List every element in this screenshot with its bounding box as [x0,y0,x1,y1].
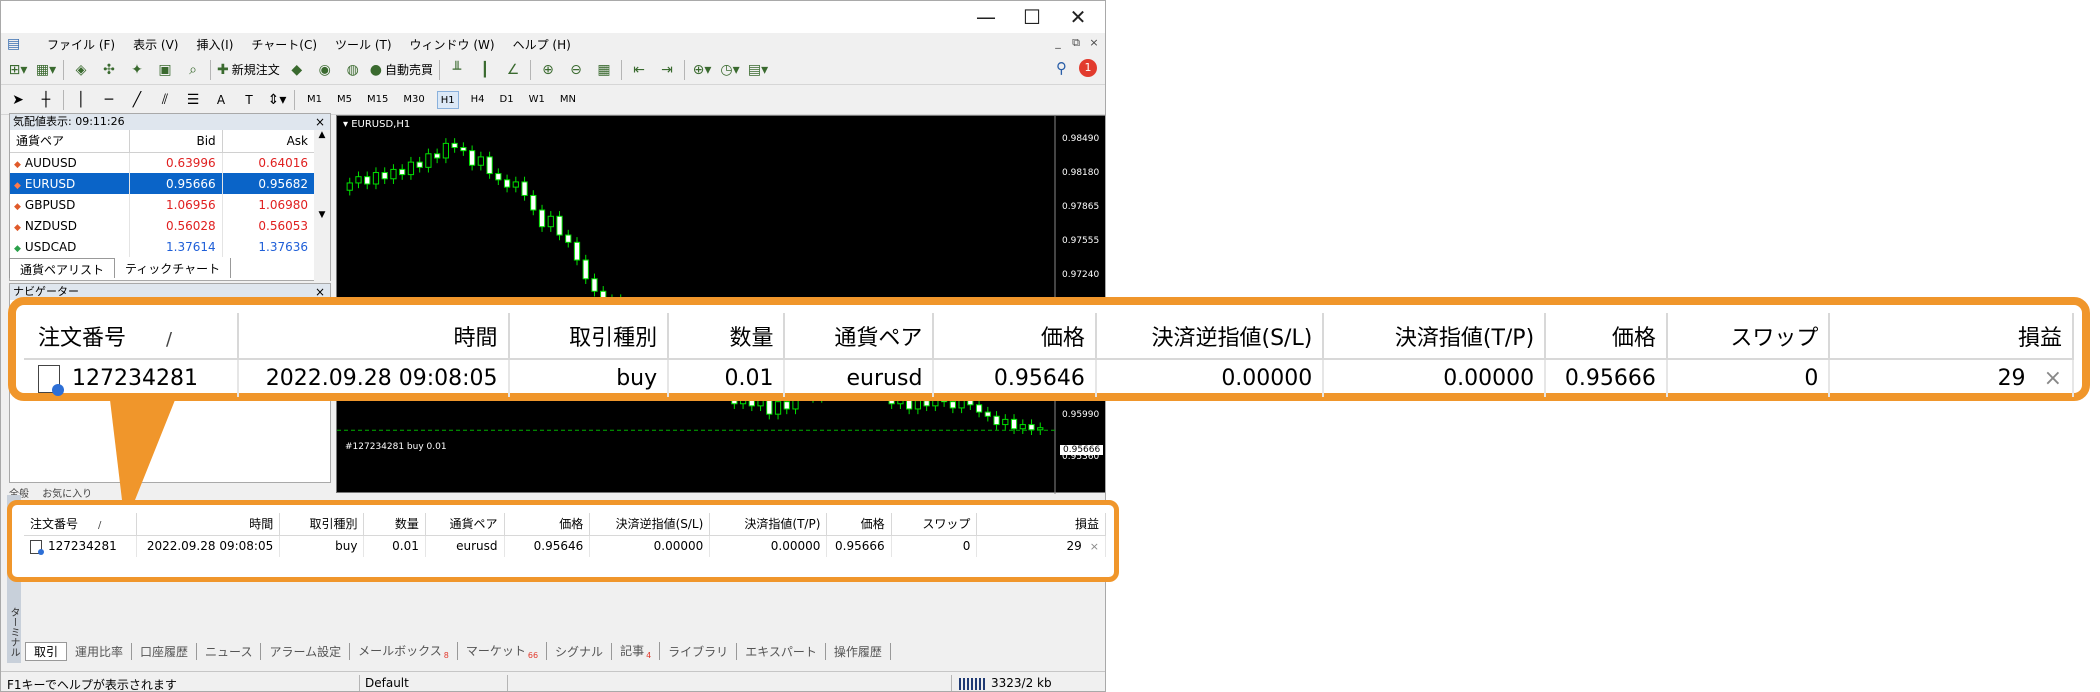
cell-order: 127234281 [72,365,198,391]
column-header-profit[interactable]: 損益 [1829,313,2074,360]
trade-table-zoomed: 注文番号 / 時間 取引種別 数量 通貨ペア 価格 決済逆指値(S/L) 決済指値(T/P) 価格… [24,313,2074,397]
cell-profit: 29 [1997,366,2026,391]
column-header-volume[interactable]: 数量 [668,313,786,360]
cell-sl: 0.00000 [1221,366,1313,391]
column-header-order[interactable]: 注文番号 / [24,313,239,360]
sort-indicator-icon: / [166,328,173,350]
cell-tp: 0.00000 [1443,366,1535,391]
cell-volume: 0.01 [724,366,774,391]
cell-open-price: 0.95646 [993,366,1085,391]
column-header-tp[interactable]: 決済指値(T/P) [1323,313,1547,360]
column-header-swap[interactable]: スワップ [1666,313,1831,360]
column-header-current-price[interactable]: 価格 [1545,313,1668,360]
column-header-label: 注文番号 [38,325,127,351]
cell-type: buy [616,366,658,391]
column-header-type[interactable]: 取引種別 [508,313,670,360]
position-document-icon [38,364,64,396]
cell-symbol: eurusd [846,366,923,391]
column-header-label: 価格 [1611,325,1656,351]
table-row[interactable]: 127234281 2022.09.28 09:08:05 buy 0.01 eurus… [24,359,2074,397]
close-position-icon[interactable]: × [2044,366,2062,391]
column-header-symbol[interactable]: 通貨ペア [784,313,935,360]
column-header-label: 通貨ペア [834,325,923,351]
cell-current-price: 0.95666 [1564,366,1656,391]
column-header-label: 決済逆指値(S/L) [1151,325,1313,351]
column-header-label: 決済指値(T/P) [1394,325,1535,351]
cell-time: 2022.09.28 09:08:05 [265,366,498,391]
column-header-label: 価格 [1040,325,1085,351]
column-header-open-price[interactable]: 価格 [933,313,1097,360]
column-header-sl[interactable]: 決済逆指値(S/L) [1095,313,1325,360]
column-header-label: 時間 [453,325,498,351]
column-header-label: 数量 [729,325,774,351]
trade-zoom-callout: 注文番号 / 時間 取引種別 数量 通貨ペア 価格 決済逆指値(S/L) 決済指値(T/P) 価格… [8,297,2090,401]
cell-swap: 0 [1804,366,1819,391]
column-header-label: 取引種別 [569,325,658,351]
column-header-time[interactable]: 時間 [237,313,510,360]
column-header-label: 損益 [2017,325,2062,351]
column-header-label: スワップ [1730,325,1819,351]
